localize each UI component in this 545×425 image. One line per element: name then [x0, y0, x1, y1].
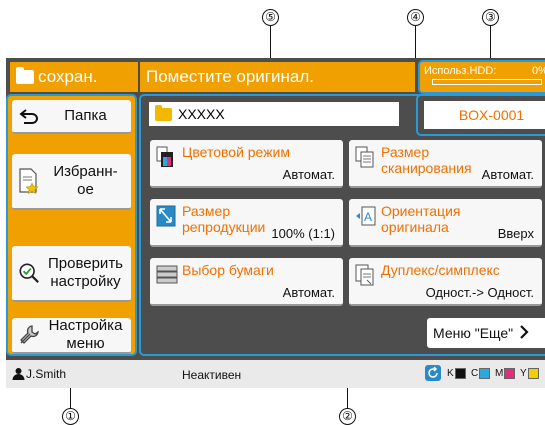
tile-paper-select-value: Автомат. — [282, 285, 335, 300]
tile-orientation-value: Вверх — [497, 226, 534, 241]
color-mode-icon — [156, 146, 176, 168]
callout-3: ③ — [482, 9, 499, 26]
back-arrow-icon — [18, 108, 40, 124]
tile-duplex-title: Дуплекс/симплекс — [381, 262, 500, 278]
check-settings-label: Проверить настройку — [47, 255, 123, 290]
refresh-icon[interactable] — [425, 365, 441, 381]
more-menu-label: Меню "Еще" — [433, 325, 514, 341]
device-screen: сохран. Поместите оригинал. Использ.HDD:… — [6, 58, 545, 388]
tile-duplex[interactable]: Дуплекс/симплекс Одност.-> Одност. — [349, 258, 542, 306]
tile-orientation-title: Ориентация оригинала — [381, 203, 461, 235]
ink-k-label: K — [447, 368, 454, 379]
callout-5-line — [270, 26, 272, 58]
user-name: J.Smith — [26, 367, 67, 381]
favorites-doc-icon — [18, 168, 40, 194]
mode-label: сохран. — [38, 67, 98, 86]
hdd-bar — [432, 79, 542, 85]
status-bar: J.Smith Неактивен K C M Y — [6, 360, 545, 388]
paper-tray-icon — [156, 264, 178, 286]
favorites-button-label: Избранн- ое — [53, 163, 118, 198]
ink-c-level — [479, 368, 490, 379]
folder-icon — [16, 67, 34, 84]
hdd-usage: Использ.HDD: 0% — [418, 60, 545, 94]
left-button-panel: Папка Избранн- ое Проверить настройку На… — [6, 94, 137, 356]
svg-text:A: A — [364, 210, 372, 224]
ink-y-level — [528, 368, 539, 379]
duplex-icon — [355, 264, 375, 286]
tile-orientation[interactable]: A Ориентация оригинала Вверх — [349, 199, 542, 247]
check-settings-button[interactable]: Проверить настройку — [12, 246, 131, 302]
tile-reproduction-size-title: Размер репродукции — [182, 203, 266, 235]
tile-scan-size-value: Автомат. — [481, 167, 534, 182]
callout-4: ④ — [407, 9, 424, 26]
folder-button-label: Папка — [64, 107, 107, 124]
tile-reproduction-size[interactable]: Размер репродукции 100% (1:1) — [150, 199, 343, 247]
ink-y-label: Y — [520, 368, 527, 379]
folder-button[interactable]: Папка — [12, 100, 131, 134]
ink-c-label: C — [471, 368, 479, 379]
callout-2: ② — [339, 408, 356, 425]
tile-duplex-value: Одност.-> Одност. — [425, 285, 534, 300]
user-icon — [12, 367, 25, 383]
tile-color-mode-value: Автомат. — [282, 167, 335, 182]
callout-1: ① — [62, 408, 79, 425]
tile-paper-select-title: Выбор бумаги — [182, 262, 274, 278]
folder-path-field[interactable]: XXXXX — [149, 102, 399, 126]
status-message: Поместите оригинал. — [140, 62, 415, 92]
orientation-icon: A — [355, 205, 376, 227]
ink-m-level — [504, 368, 515, 379]
menu-settings-label: Настройка меню — [48, 317, 123, 352]
tile-color-mode[interactable]: Цветовой режим Автомат. — [150, 140, 343, 188]
tile-reproduction-size-value: 100% (1:1) — [271, 226, 335, 241]
mode-tab[interactable]: сохран. — [10, 62, 138, 92]
tile-scan-size-title: Размер сканирования — [381, 144, 472, 176]
folder-icon — [155, 104, 172, 121]
tile-scan-size[interactable]: Размер сканирования Автомат. — [349, 140, 542, 188]
magnifier-check-icon — [18, 261, 40, 285]
callout-5: ⑤ — [262, 9, 279, 26]
hdd-label: Использ.HDD: — [424, 65, 497, 77]
wrench-icon — [18, 324, 40, 346]
hdd-value: 0% — [532, 65, 545, 77]
callout-3-line — [490, 26, 492, 60]
reproduction-size-icon — [156, 205, 176, 227]
folder-path-value: XXXXX — [178, 106, 225, 122]
machine-state: Неактивен — [182, 368, 242, 382]
chevron-right-icon — [519, 324, 529, 342]
menu-settings-button[interactable]: Настройка меню — [12, 317, 131, 354]
more-menu-button[interactable]: Меню "Еще" — [427, 318, 545, 348]
favorites-button[interactable]: Избранн- ое — [12, 154, 131, 210]
scan-size-icon — [355, 146, 375, 168]
ink-m-label: M — [495, 368, 504, 379]
tile-paper-select[interactable]: Выбор бумаги Автомат. — [150, 258, 343, 306]
ink-k-level — [455, 368, 466, 379]
tile-color-mode-title: Цветовой режим — [182, 144, 291, 160]
box-button[interactable]: BOX-0001 — [424, 101, 545, 129]
